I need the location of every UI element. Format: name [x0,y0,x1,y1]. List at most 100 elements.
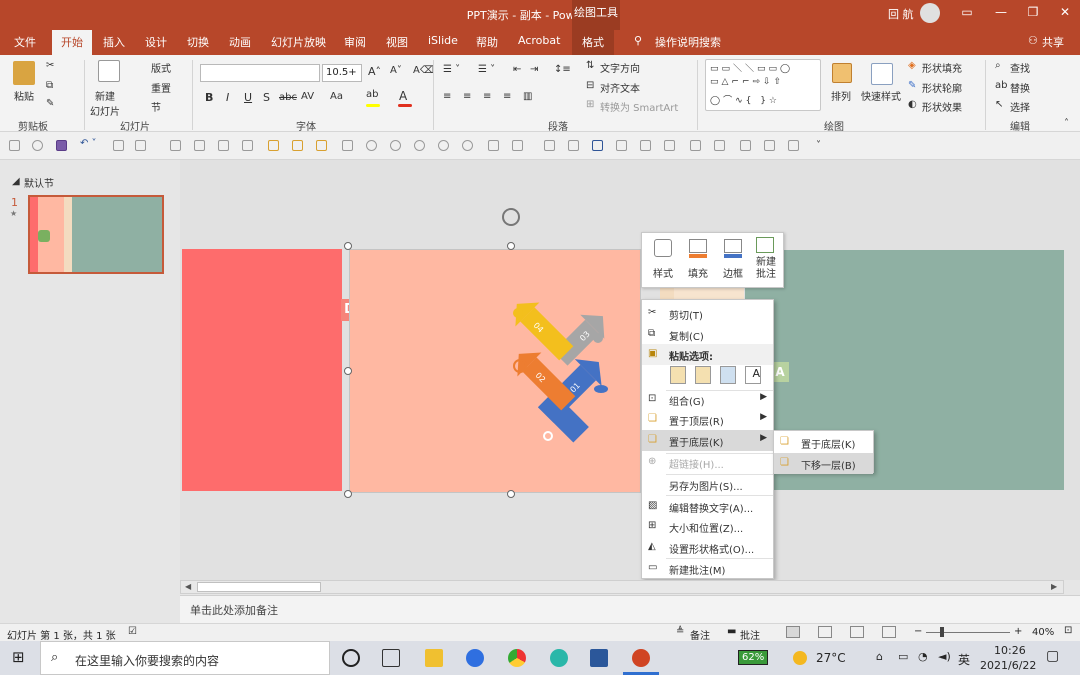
qat-tool-icon[interactable] [438,140,449,151]
slide-sorter-icon[interactable] [818,626,832,638]
user-name[interactable]: 回 航 [888,6,914,22]
fit-slide-icon[interactable]: ⊡ [1064,625,1072,636]
notes-toggle[interactable]: 备注 [690,627,710,642]
resize-handle-bm[interactable] [507,490,515,498]
temperature[interactable]: 27°C [816,651,846,665]
select-icon[interactable]: ↖ [995,99,1003,110]
zoom-level[interactable]: 40% [1032,627,1054,638]
quick-styles-icon[interactable] [871,63,893,85]
replace-icon[interactable]: ab [995,80,1007,91]
resize-handle-tm[interactable] [507,242,515,250]
refresh-icon[interactable] [32,140,43,151]
text-direction-icon[interactable]: ⇅ [586,60,594,71]
qat-tool-icon[interactable] [268,140,279,151]
font-color-letter-icon[interactable]: A [399,89,407,103]
qat-tool-icon[interactable] [316,140,327,151]
qat-tool-icon[interactable] [764,140,775,151]
mini-new-comment-button[interactable]: 新建 批注 [756,257,776,281]
tab-acrobat[interactable]: Acrobat [518,34,560,47]
windows-start-icon[interactable]: ⊞ [12,648,25,666]
search-placeholder[interactable]: 在这里输入你要搜索的内容 [75,652,219,669]
change-case-icon[interactable]: Aa [330,91,343,102]
smartart-icon[interactable]: ⊞ [586,99,594,110]
tab-insert[interactable]: 插入 [103,34,125,50]
convert-smartart-button[interactable]: 转换为 SmartArt [600,99,678,114]
highlight-letter-icon[interactable]: ab [366,89,378,100]
shape-outline-icon[interactable]: ✎ [908,80,916,91]
clock-date[interactable]: 2021/6/22 [980,659,1036,672]
qat-tool-icon[interactable] [690,140,701,151]
file-explorer-icon[interactable] [425,649,443,667]
increase-indent-icon[interactable]: ⇥ [530,64,538,75]
restore-icon[interactable]: ❐ [1024,5,1042,21]
fill-icon[interactable] [689,239,707,253]
tab-view[interactable]: 视图 [386,34,408,50]
grow-font-icon[interactable]: A˄ [368,65,381,78]
weather-icon[interactable] [793,651,807,665]
font-name-field[interactable] [200,64,320,82]
align-center-icon[interactable]: ≡ [463,91,471,102]
share-icon[interactable]: ⚇ [1028,34,1038,47]
menu-item-edit-alt-text[interactable]: ▨ 编辑替换文字(A)... [642,496,773,517]
clock-time[interactable]: 10:26 [994,644,1026,657]
normal-view-icon[interactable] [786,626,800,638]
qat-tool-icon[interactable] [616,140,627,151]
section-button[interactable]: 节 [151,99,161,114]
layout-button[interactable]: 版式 [151,60,171,75]
taskbar-app-icon[interactable] [382,649,400,667]
italic-icon[interactable]: I [226,91,229,104]
share-button[interactable]: 共享 [1042,34,1064,50]
submenu-item-send-backward[interactable]: ❏ 下移一层(B) [774,453,873,474]
align-text-button[interactable]: 对齐文本 [600,80,640,95]
paste-destination-icon[interactable] [695,366,711,384]
submenu-item-send-to-back[interactable]: ❏ 置于底层(K) [774,432,873,453]
rotate-handle-icon[interactable] [502,208,520,226]
tab-animations[interactable]: 动画 [229,34,251,50]
paste-picture-icon[interactable] [720,366,736,384]
resize-handle-tl[interactable] [344,242,352,250]
menu-item-new-comment[interactable]: ▭ 新建批注(M) [642,558,773,579]
accessibility-icon[interactable]: ☑ [128,626,137,637]
style-icon[interactable] [654,239,672,257]
shape-effects-icon[interactable]: ◐ [908,99,917,110]
tab-file[interactable]: 文件 [14,34,36,50]
notification-icon[interactable]: ▢ [1046,648,1059,664]
tell-me-search[interactable]: 操作说明搜索 [655,34,721,50]
text-direction-button[interactable]: 文字方向 [600,60,640,75]
qat-tool-icon[interactable] [218,140,229,151]
align-right-icon[interactable]: ≡ [483,91,491,102]
menu-item-copy[interactable]: ⧉ 复制(C) [642,324,773,345]
menu-item-group[interactable]: ⊡ 组合(G) ▶ [642,389,773,410]
comments-icon[interactable]: ▬ [727,626,736,637]
qat-tool-icon[interactable] [292,140,303,151]
justify-icon[interactable]: ≡ [503,91,511,102]
tab-slideshow[interactable]: 幻灯片放映 [271,34,326,50]
menu-item-size-position[interactable]: ⊞ 大小和位置(Z)... [642,516,773,537]
close-icon[interactable]: ✕ [1056,5,1074,21]
collapse-ribbon-icon[interactable]: ˄ [1064,118,1069,129]
paste-text-only-icon[interactable]: A [745,366,761,384]
taskbar-search[interactable]: ⌕ 在这里输入你要搜索的内容 [40,641,330,675]
bold-icon[interactable]: B [205,91,213,104]
select-button[interactable]: 选择 [1010,99,1030,114]
highlight-icon[interactable] [366,104,380,107]
notes-placeholder[interactable]: 单击此处添加备注 [190,602,278,618]
scroll-right-icon[interactable]: ▶ [1051,582,1057,591]
align-text-icon[interactable]: ⊟ [586,80,594,91]
menu-item-hyperlink[interactable]: ⊕ 超链接(H)... [642,452,773,473]
qat-tool-icon[interactable] [568,140,579,151]
undo-icon[interactable]: ↶ ˅ [80,138,97,149]
char-spacing-icon[interactable]: AV [301,91,314,102]
scroll-left-icon[interactable]: ◀ [185,582,191,591]
underline-icon[interactable]: U [244,91,252,104]
slide-thumbnail[interactable] [28,195,164,274]
mini-style-button[interactable]: 样式 [653,265,673,280]
shadow-icon[interactable]: S [263,91,270,104]
columns-icon[interactable]: ▥ [523,91,532,102]
save-icon[interactable] [56,140,67,151]
resize-handle-bl[interactable] [344,490,352,498]
paste-keep-source-icon[interactable] [670,366,686,384]
tab-review[interactable]: 审阅 [344,34,366,50]
qat-tool-icon[interactable] [714,140,725,151]
qat-tool-icon[interactable] [740,140,751,151]
